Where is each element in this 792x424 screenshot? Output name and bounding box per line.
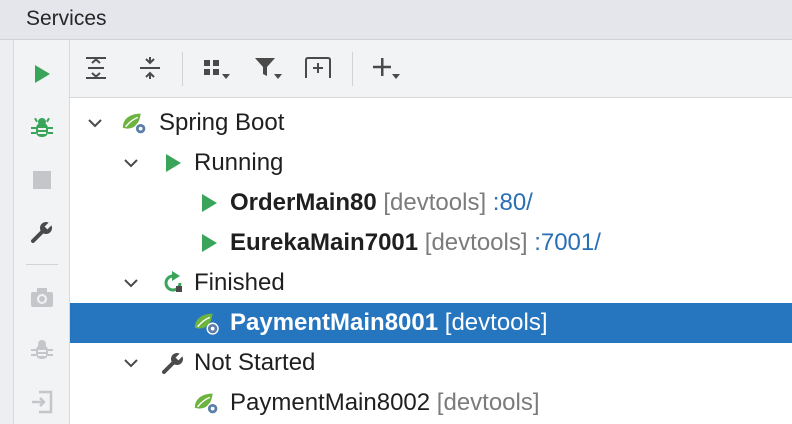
services-title-bar: Services — [0, 0, 792, 40]
panel-title: Services — [26, 7, 107, 30]
group-by-button[interactable] — [198, 50, 234, 86]
filter-icon — [255, 58, 282, 79]
debug-icon — [31, 117, 53, 137]
devtools-tag: [devtools] — [424, 229, 528, 256]
run-icon — [194, 223, 224, 263]
toolbar-separator — [352, 52, 353, 86]
service-payment-main-8001[interactable]: PaymentMain8001 [devtools] — [70, 303, 792, 343]
left-toolbar — [14, 40, 70, 424]
exit-icon — [32, 390, 53, 414]
service-name: EurekaMain7001 — [230, 229, 419, 256]
devtools-tag: [devtools] — [444, 309, 548, 336]
service-name: OrderMain80 — [230, 189, 377, 216]
stop-button[interactable] — [24, 162, 60, 198]
open-in-new-tab-button[interactable] — [300, 50, 336, 86]
filter-button[interactable] — [250, 50, 286, 86]
chevron-down-icon[interactable] — [120, 263, 142, 303]
tree-label: Spring Boot — [159, 109, 285, 136]
service-eureka-main-7001[interactable]: EurekaMain7001 [devtools] :7001/ — [70, 223, 792, 263]
collapse-all-button[interactable] — [132, 50, 168, 86]
tree-label: Running — [194, 149, 284, 176]
snapshot-button[interactable] — [24, 280, 60, 316]
left-edge-strip — [0, 40, 14, 424]
service-name: PaymentMain8001 — [230, 309, 439, 336]
left-toolbar-separator — [26, 264, 58, 265]
services-toolbar — [70, 40, 792, 98]
devtools-tag: [devtools] — [436, 389, 540, 416]
service-order-main-80[interactable]: OrderMain80 [devtools] :80/ — [70, 183, 792, 223]
run-button[interactable] — [24, 56, 60, 92]
services-tree: Spring Boot Running OrderMain80 [devtool… — [70, 98, 792, 424]
run-icon — [35, 65, 50, 83]
settings-button[interactable] — [24, 214, 60, 250]
debug-button[interactable] — [24, 110, 60, 146]
service-label: OrderMain80 [devtools] :80/ — [230, 183, 533, 223]
port-link[interactable]: :7001/ — [534, 229, 601, 256]
expand-all-icon — [86, 57, 106, 79]
tree-node-running[interactable]: Running — [70, 143, 792, 183]
spring-boot-icon — [192, 303, 222, 343]
tree-node-finished[interactable]: Finished — [70, 263, 792, 303]
add-service-button[interactable] — [368, 50, 404, 86]
toolbar-separator — [182, 52, 183, 86]
run-icon — [194, 183, 224, 223]
tree-label: Finished — [194, 269, 285, 296]
expand-all-button[interactable] — [78, 50, 114, 86]
run-icon — [158, 143, 188, 183]
chevron-down-icon[interactable] — [120, 143, 142, 183]
camera-icon — [31, 288, 53, 307]
spring-boot-icon — [192, 383, 222, 423]
wrench-icon — [158, 343, 188, 383]
collapse-all-icon — [140, 57, 160, 79]
group-by-icon — [204, 60, 230, 79]
service-label: PaymentMain8001 [devtools] — [230, 303, 548, 343]
chevron-down-icon[interactable] — [84, 103, 106, 143]
wrench-icon — [31, 220, 54, 243]
service-name: PaymentMain8002 — [230, 389, 431, 416]
debug-disabled-icon — [31, 340, 53, 359]
rerun-icon — [158, 263, 188, 303]
tree-node-spring-boot[interactable]: Spring Boot — [70, 103, 792, 143]
tree-label: Not Started — [194, 349, 316, 376]
service-label: EurekaMain7001 [devtools] :7001/ — [230, 223, 601, 263]
devtools-tag: [devtools] — [383, 189, 487, 216]
spring-boot-icon — [120, 103, 150, 143]
chevron-down-icon[interactable] — [120, 343, 142, 383]
exit-button[interactable] — [24, 384, 60, 420]
attach-debugger-button[interactable] — [24, 332, 60, 368]
stop-icon — [33, 171, 51, 189]
add-service-icon — [373, 58, 400, 79]
service-label: PaymentMain8002 [devtools] — [230, 383, 540, 423]
tree-node-not-started[interactable]: Not Started — [70, 343, 792, 383]
service-payment-main-8002[interactable]: PaymentMain8002 [devtools] — [70, 383, 792, 423]
new-tab-icon — [305, 57, 331, 78]
port-link[interactable]: :80/ — [493, 189, 533, 216]
